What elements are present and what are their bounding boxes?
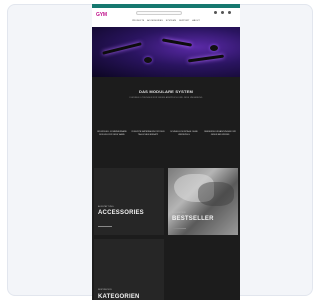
feature-text: Passende Ergänzungen für jedes Bedürfnis: [204, 131, 236, 136]
tile-eyebrow: Inspiration: [98, 289, 112, 291]
tile-title: Kategorien: [98, 294, 140, 300]
tile-eyebrow: Kollektion: [172, 212, 186, 214]
nav-item[interactable]: Products: [132, 20, 144, 23]
section-title: Das Modulare System: [138, 89, 194, 94]
hero-product-bar: [102, 42, 142, 55]
tile-link[interactable]: [172, 228, 186, 229]
nav-item[interactable]: About: [192, 20, 199, 23]
account-icon[interactable]: [214, 11, 217, 14]
feature-text: Individuell kombinierbare Module für jed…: [97, 131, 127, 136]
nav-item[interactable]: Accessories: [147, 20, 163, 23]
section-subtitle: Flexible Lösungen für jeden Anspruch und…: [129, 97, 203, 99]
tile-eyebrow: Ausstattung: [98, 206, 114, 208]
website-preview[interactable]: GYM Products Accessories Systems Support…: [92, 4, 240, 300]
wishlist-icon[interactable]: [221, 11, 224, 14]
hero-product-bar: [161, 38, 193, 47]
category-tile[interactable]: Ausstattung Accessories: [94, 168, 164, 235]
hero-banner[interactable]: [92, 27, 240, 77]
nav-item[interactable]: Support: [179, 20, 189, 23]
hero-product-puck: [144, 57, 152, 63]
feature-row: Individuell kombinierbare Module für jed…: [92, 105, 240, 137]
tile-link[interactable]: [98, 226, 112, 227]
tile-title: Accessories: [98, 210, 144, 216]
category-tiles: Ausstattung Accessories Kollektion Bests…: [94, 168, 238, 300]
site-logo[interactable]: GYM: [96, 11, 111, 19]
feature-text: Robuste Materialien für den täglichen Ei…: [131, 131, 165, 136]
tile-title: Bestseller: [172, 216, 214, 222]
product-photo: [198, 182, 234, 206]
intro-section: Das Modulare System Flexible Lösungen fü…: [92, 77, 240, 105]
site-header: GYM Products Accessories Systems Support…: [92, 8, 240, 27]
search-input[interactable]: [136, 11, 182, 15]
feature-text: Schnelle Montage ohne Werkzeug: [170, 131, 198, 136]
hero-product-puck: [210, 45, 218, 51]
hero-product-bar: [187, 54, 225, 63]
cart-icon[interactable]: [228, 11, 231, 14]
category-tile[interactable]: Kollektion Bestseller: [168, 168, 238, 235]
category-tile[interactable]: Inspiration Kategorien: [94, 239, 164, 300]
main-nav: Products Accessories Systems Support Abo…: [92, 20, 240, 23]
nav-item[interactable]: Systems: [166, 20, 176, 23]
